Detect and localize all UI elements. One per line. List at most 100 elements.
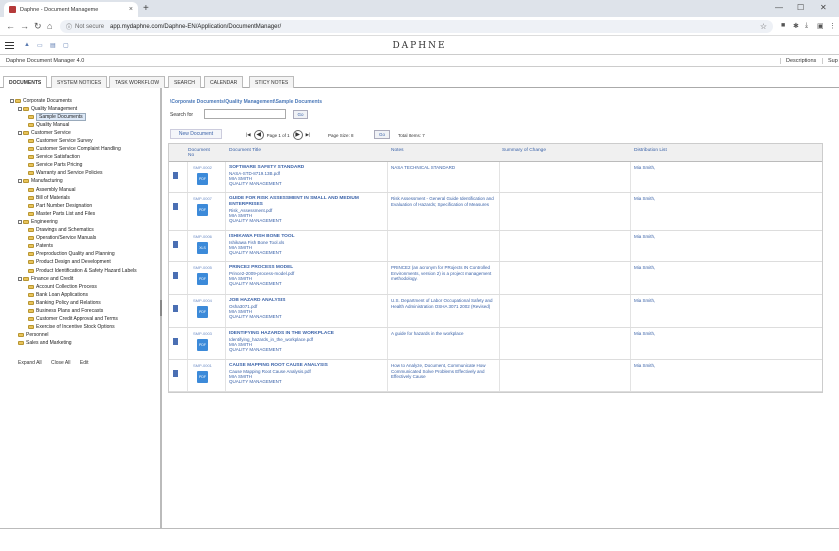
tree-node[interactable]: Exercise of Incentive Stock Options [28,324,115,331]
first-page-icon[interactable]: |◀ [246,132,251,138]
edit-icon[interactable] [173,172,178,179]
edit-icon[interactable] [173,272,178,279]
maximize-icon[interactable]: ☐ [797,3,804,12]
document-title[interactable]: PRINCE2 PROCESS MODEL [229,265,387,271]
document-number[interactable]: SMP-0007 [193,196,212,201]
edit-icon[interactable] [173,370,178,377]
puzzle-icon[interactable]: ✱ [793,22,799,30]
collapse-icon[interactable]: - [18,219,22,224]
tree-node[interactable]: Preproduction Quality and Planning [28,251,115,258]
search-go-button[interactable]: Go [293,110,308,119]
tree-node-label[interactable]: Banking Policy and Relations [36,300,101,306]
prev-page-icon[interactable]: ◀ [253,130,264,140]
tree-node[interactable]: Warranty and Service Policies [28,170,103,177]
col-distribution-list[interactable]: Distribution List [634,148,667,153]
breadcrumb[interactable]: \Corporate Documents\Quality Management\… [170,99,322,105]
edit-icon[interactable] [173,203,178,210]
tree-node-label[interactable]: Master Parts List and Files [36,211,95,217]
table-row[interactable]: SMP-0006 XLS ISHIKAWA FISH BONE TOOL Mia Sm… [169,231,822,262]
minimize-icon[interactable]: — [775,3,783,12]
edit-icon[interactable] [173,241,178,248]
tree-node[interactable]: Customer Credit Approval and Terms [28,316,118,323]
tab-close-icon[interactable]: × [129,6,133,13]
tab-calendar[interactable]: CALENDAR [204,76,244,88]
tree-node-label[interactable]: Personnel [26,332,49,338]
tree-node-label[interactable]: Customer Credit Approval and Terms [36,316,118,322]
edit-icon[interactable] [173,305,178,312]
tree-node[interactable]: Banking Policy and Relations [28,299,101,306]
tree-node[interactable]: Product Design and Development [28,259,111,266]
tree-node-label[interactable]: Part Number Designation [36,203,92,209]
tab-search[interactable]: SEARCH [168,76,201,88]
file-type-icon[interactable]: PDF [197,306,208,318]
collapse-icon[interactable]: - [18,276,22,281]
file-type-icon[interactable]: PDF [197,204,208,216]
tree-node[interactable]: Drawings and Schematics [28,227,94,234]
tree-node[interactable]: - Quality Management [18,105,77,112]
tree-node-label[interactable]: Quality Manual [36,122,69,128]
tree-node-label[interactable]: Bank Loan Applications [36,292,88,298]
file-type-icon[interactable]: XLS [197,242,208,254]
tree-node-label[interactable]: Quality Management [31,106,77,112]
file-type-icon[interactable]: PDF [197,173,208,185]
tree-node-label[interactable]: Bill of Materials [36,195,70,201]
tree-node[interactable]: Personnel [18,332,49,339]
table-row[interactable]: SMP-0004 PDF JOB HAZARD ANALYSIS U.S. Depar… [169,295,822,328]
last-page-icon[interactable]: ▶| [306,132,311,138]
tree-node-label[interactable]: Exercise of Incentive Stock Options [36,324,115,330]
tree-node[interactable]: Quality Manual [28,121,69,128]
tree-node[interactable]: Bank Loan Applications [28,291,88,298]
col-notes[interactable]: Notes [391,148,404,153]
edit-link[interactable]: Edit [80,360,89,366]
tree-node[interactable]: Account Collection Process [28,283,97,290]
splitter-handle[interactable] [160,300,162,316]
tree-node[interactable]: Patents [28,243,53,250]
collapse-icon[interactable]: - [10,98,14,103]
tree-node-label[interactable]: Service Satisfaction [36,154,80,160]
file-type-icon[interactable]: PDF [197,339,208,351]
tree-node-label[interactable]: Operation/Service Manuals [36,235,96,241]
info-icon[interactable]: ⓘ [66,22,72,31]
tree-node[interactable]: - Engineering [18,218,58,225]
tree-node[interactable]: Sales and Marketing [18,340,72,347]
tree-node[interactable]: Bill of Materials [28,194,70,201]
document-number[interactable]: SMP-0004 [193,298,212,303]
document-title[interactable]: SOFTWARE SAFETY STANDARD [229,165,387,171]
col-summary-of-change[interactable]: Summary of Change [502,148,546,153]
url-text[interactable]: app.mydaphne.com/Daphne-EN/Application/D… [110,24,281,30]
col-document-no[interactable]: Document No [188,148,210,158]
tree-node[interactable]: Product Identification & Safety Hazard L… [28,267,137,274]
edit-icon[interactable] [173,338,178,345]
tree-node[interactable]: Service Parts Pricing [28,162,82,169]
tree-node[interactable]: Sample Documents [28,112,86,121]
file-type-icon[interactable]: PDF [197,273,208,285]
table-row[interactable]: SMP-0002 PDF SOFTWARE SAFETY STANDARD NASA … [169,162,822,193]
document-title[interactable]: ISHIKAWA FISH BONE TOOL [229,234,387,240]
tree-root[interactable]: - Corporate Documents [10,97,72,104]
collapse-icon[interactable]: - [18,106,22,111]
table-row[interactable]: SMP-0007 PDF GUIDE FOR RISK ASSESSMENT IN … [169,193,822,231]
tab-sticy-notes[interactable]: STICY NOTES [249,76,295,88]
url-bar[interactable]: ⓘ Not secure app.mydaphne.com/Daphne-EN/… [60,20,773,33]
tree-node[interactable]: Master Parts List and Files [28,210,95,217]
page-size[interactable]: Page Size: 8 [328,133,354,138]
document-number[interactable]: SMP-0001 [193,363,212,368]
home-icon[interactable]: ⌂ [47,21,52,31]
tab-task-workflow[interactable]: TASK WORKFLOW [109,76,166,88]
extension-icon[interactable]: ■ [781,22,785,29]
next-page-icon[interactable]: ▶ [292,130,303,140]
document-title[interactable]: IDENTIFYING HAZARDS IN THE WORKPLACE [229,331,387,337]
support-link[interactable]: Sup [822,58,838,64]
tree-node-label[interactable]: Preproduction Quality and Planning [36,251,115,257]
tree-node-label[interactable]: Patents [36,243,53,249]
forward-icon[interactable]: → [20,21,29,31]
document-number[interactable]: SMP-0003 [193,331,212,336]
tree-node-label[interactable]: Account Collection Process [36,284,97,290]
col-document-title[interactable]: Document Title [229,148,261,153]
tree-node[interactable]: Operation/Service Manuals [28,235,96,242]
table-row[interactable]: SMP-0005 PDF PRINCE2 PROCESS MODEL PRINCE2 … [169,262,822,295]
tree-node[interactable]: Part Number Designation [28,202,92,209]
tree-node[interactable]: - Manufacturing [18,178,63,185]
tree-node[interactable]: Customer Service Complaint Handling [28,146,121,153]
table-row[interactable]: SMP-0003 PDF IDENTIFYING HAZARDS IN THE WO… [169,328,822,360]
